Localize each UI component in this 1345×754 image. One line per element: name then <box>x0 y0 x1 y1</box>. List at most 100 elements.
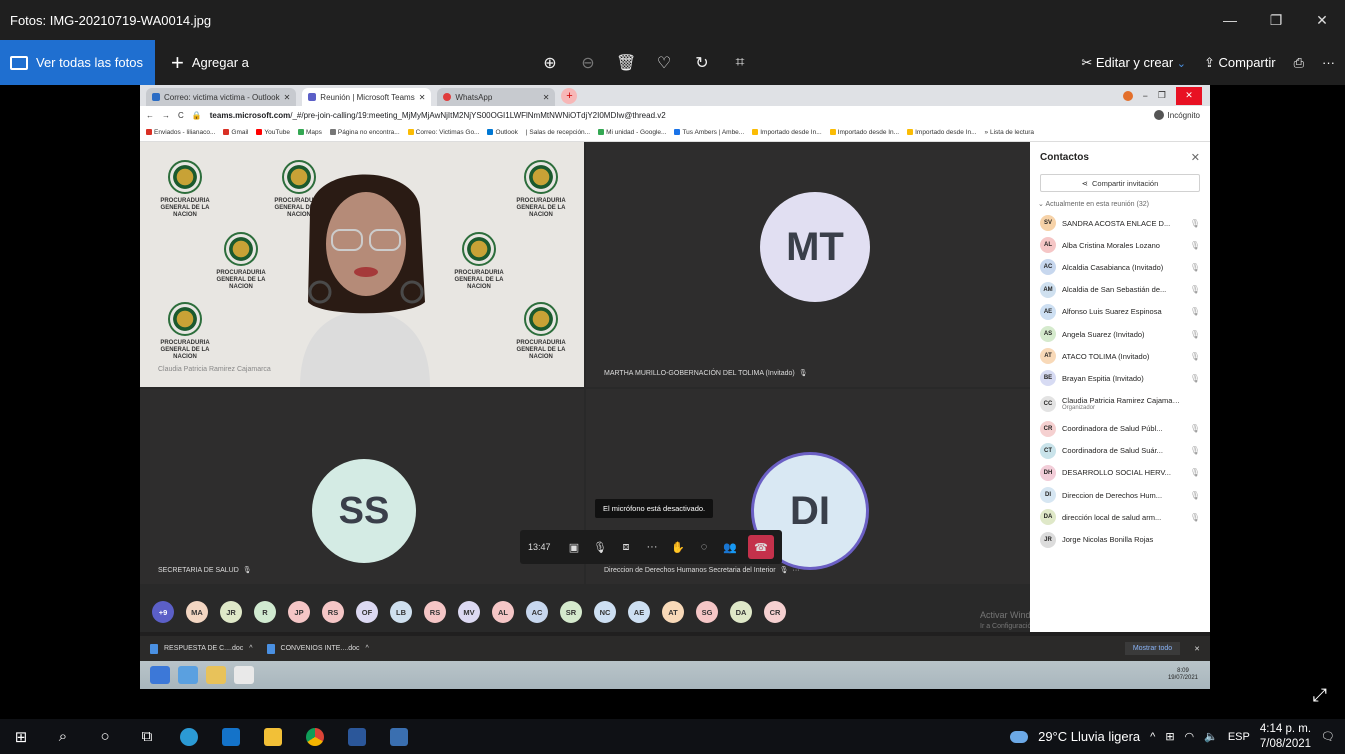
minimize-button[interactable]: — <box>1207 0 1253 40</box>
chrome-icon[interactable] <box>294 719 336 754</box>
notification-icon[interactable]: 🗨 <box>1321 730 1335 743</box>
document-icon <box>150 643 158 654</box>
list-item: SV SANDRA ACOSTA ENLACE D... 🎙 <box>1030 212 1210 234</box>
expand-icon[interactable]: ⤢ <box>1313 685 1327 706</box>
video-tile-secretaria: SS SECRETARIA DE SALUD 🎙 <box>140 389 584 584</box>
mic-off-icon: 🎙 <box>1189 218 1200 228</box>
contacts-title: Contactos <box>1040 151 1089 163</box>
participants-icon: 👥 <box>723 541 737 554</box>
word-icon[interactable] <box>336 719 378 754</box>
right-tools: ✂ Editar y crear ⌄ ⇪ Compartir ⎙ ··· <box>1081 40 1335 85</box>
teams-icon <box>308 93 317 101</box>
mic-off-icon: 🎙 <box>1189 351 1200 361</box>
procuraduria-logo: PROCURADURIA GENERAL DE LA NACION <box>150 160 220 220</box>
weather-text[interactable]: 29°C Lluvia ligera <box>1038 729 1140 744</box>
participant-avatar: OF <box>356 601 378 623</box>
list-item: AL Alba Cristina Morales Lozano 🎙 <box>1030 234 1210 256</box>
list-item: AM Alcaldia de San Sebastián de... 🎙 <box>1030 279 1210 301</box>
share-button[interactable]: ⇪ Compartir <box>1204 55 1276 71</box>
bookmark-item: Importado desde In... <box>752 129 822 136</box>
list-item: DI Direccion de Derechos Hum... 🎙 <box>1030 484 1210 506</box>
teams-meeting-stage: PROCURADURIA GENERAL DE LA NACION PROCUR… <box>140 142 1030 632</box>
participant-avatar: LB <box>390 601 412 623</box>
mail-icon[interactable] <box>210 719 252 754</box>
bookmark-item: Tus Ambers | Ambe... <box>674 129 744 136</box>
network-icon[interactable]: ⊞ <box>1165 730 1174 743</box>
call-timer: 13:47 <box>528 542 551 552</box>
close-tab-icon: ✕ <box>542 92 550 102</box>
close-icon: ✕ <box>1190 151 1200 164</box>
procuraduria-logo: PROCURADURIA GENERAL DE LA NACION <box>206 232 276 292</box>
mic-off-icon: 🎙 <box>1189 285 1200 295</box>
crop-icon[interactable]: ⌗ <box>730 54 750 72</box>
download-item: RESPUESTA DE C....doc ^ <box>150 643 253 654</box>
camera-off-icon: ▣ <box>568 541 580 554</box>
rotate-icon[interactable]: ↻ <box>692 53 712 73</box>
close-button[interactable]: ✕ <box>1299 0 1345 40</box>
document-icon <box>266 643 275 654</box>
tile-name-direccion: Direccion de Derechos Humanos Secretaria… <box>604 566 800 575</box>
edit-create-button[interactable]: ✂ Editar y crear ⌄ <box>1081 55 1186 71</box>
cortana-icon[interactable]: ○ <box>84 719 126 754</box>
mic-off-icon: 🎙 <box>593 541 607 554</box>
restore-button[interactable]: ❐ <box>1253 0 1299 40</box>
windows-start-icon[interactable]: ⊞ <box>0 719 42 754</box>
photo-clock: 8:09 19/07/2021 <box>1167 668 1198 681</box>
favorite-heart-icon[interactable]: ♡ <box>654 53 674 73</box>
windows-taskbar: ⊞ ⌕ ○ ⧉ 29°C Lluvia ligera ^ ⊞ ◠ 🔈 ESP 4… <box>0 719 1345 754</box>
chat-icon: ◌ <box>700 541 708 553</box>
search-icon[interactable]: ⌕ <box>42 719 84 754</box>
chrome-icon <box>234 666 254 684</box>
more-options-button[interactable]: ··· <box>1322 55 1335 70</box>
view-all-photos-button[interactable]: Ver todas las fotos <box>0 40 155 85</box>
browser-close-icon: ✕ <box>1176 86 1202 105</box>
print-icon[interactable]: ⎙ <box>1294 55 1304 71</box>
mic-off-icon: 🎙 <box>1189 307 1200 317</box>
chevron-down-icon: ⌄ <box>1176 57 1186 70</box>
tab-whatsapp-label: WhatsApp <box>455 92 493 102</box>
participant-avatar: AL <box>492 601 514 623</box>
reload-icon: C <box>178 110 184 120</box>
close-tab-icon: ✕ <box>283 92 291 102</box>
weather-icon <box>1010 730 1029 743</box>
photo-viewport: Correo: victima victima - Outlook ✕ Reun… <box>0 85 1345 719</box>
edge-icon[interactable] <box>168 719 210 754</box>
add-to-button[interactable]: + Agregar a <box>171 51 249 74</box>
hang-up-icon: ☎ <box>748 535 774 559</box>
list-item: CT Coordinadora de Salud Suár... 🎙 <box>1030 440 1210 462</box>
zoom-in-icon[interactable]: ⊕ <box>540 53 560 73</box>
volume-icon[interactable]: 🔈 <box>1204 730 1218 743</box>
language-indicator[interactable]: ESP <box>1228 731 1250 743</box>
outlook-icon <box>152 93 160 101</box>
window-title: Fotos: IMG-20210719-WA0014.jpg <box>10 12 212 28</box>
list-item: DA dirección local de salud arm... 🎙 <box>1030 506 1210 528</box>
photos-toolbar: Ver todas las fotos + Agregar a ⊕ ⊖ 🗑 ♡ … <box>0 40 1345 85</box>
list-item: BE Brayan Espitia (Invitado) 🎙 <box>1030 367 1210 389</box>
title-bar: Fotos: IMG-20210719-WA0014.jpg — ❐ ✕ <box>0 0 1345 40</box>
share-invitation-button: ⋖ Compartir invitación <box>1040 174 1200 192</box>
list-item: JR Jorge Nicolas Bonilla Rojas <box>1030 528 1210 550</box>
participant-avatar: MA <box>186 601 208 623</box>
chevron-up-icon[interactable]: ^ <box>1150 731 1155 743</box>
new-tab-icon: + <box>561 88 578 104</box>
video-tile-martha: MT MARTHA MURILLO-GOBERNACIÓN DEL TOLIMA… <box>586 142 1030 387</box>
incognito-icon <box>1153 110 1164 120</box>
file-explorer-icon[interactable] <box>252 719 294 754</box>
mic-off-icon: 🎙 <box>1189 424 1200 434</box>
browser-tab-strip: Correo: victima victima - Outlook ✕ Reun… <box>140 85 1210 106</box>
photos-icon[interactable] <box>378 719 420 754</box>
clock[interactable]: 4:14 p. m. 7/08/2021 <box>1260 722 1311 752</box>
wifi-icon[interactable]: ◠ <box>1185 730 1195 743</box>
url-text: teams.microsoft.com/_#/pre-join-calling/… <box>209 110 666 120</box>
ie-icon <box>178 666 198 684</box>
participant-avatar: AC <box>526 601 548 623</box>
image-tools: ⊕ ⊖ 🗑 ♡ ↻ ⌗ <box>540 40 750 85</box>
zoom-out-icon[interactable]: ⊖ <box>578 53 598 73</box>
task-view-icon[interactable]: ⧉ <box>126 719 168 754</box>
tab-teams: Reunión | Microsoft Teams ✕ <box>302 88 432 106</box>
tile-name-secretaria: SECRETARIA DE SALUD 🎙 <box>158 566 252 575</box>
mic-off-icon: 🎙 <box>1189 262 1200 272</box>
system-tray: 29°C Lluvia ligera ^ ⊞ ◠ 🔈 ESP 4:14 p. m… <box>1010 719 1345 754</box>
bookmarks-bar: Enviados - lilianaco... Gmail YouTube Ma… <box>140 124 1210 142</box>
delete-icon[interactable]: 🗑 <box>616 53 636 73</box>
